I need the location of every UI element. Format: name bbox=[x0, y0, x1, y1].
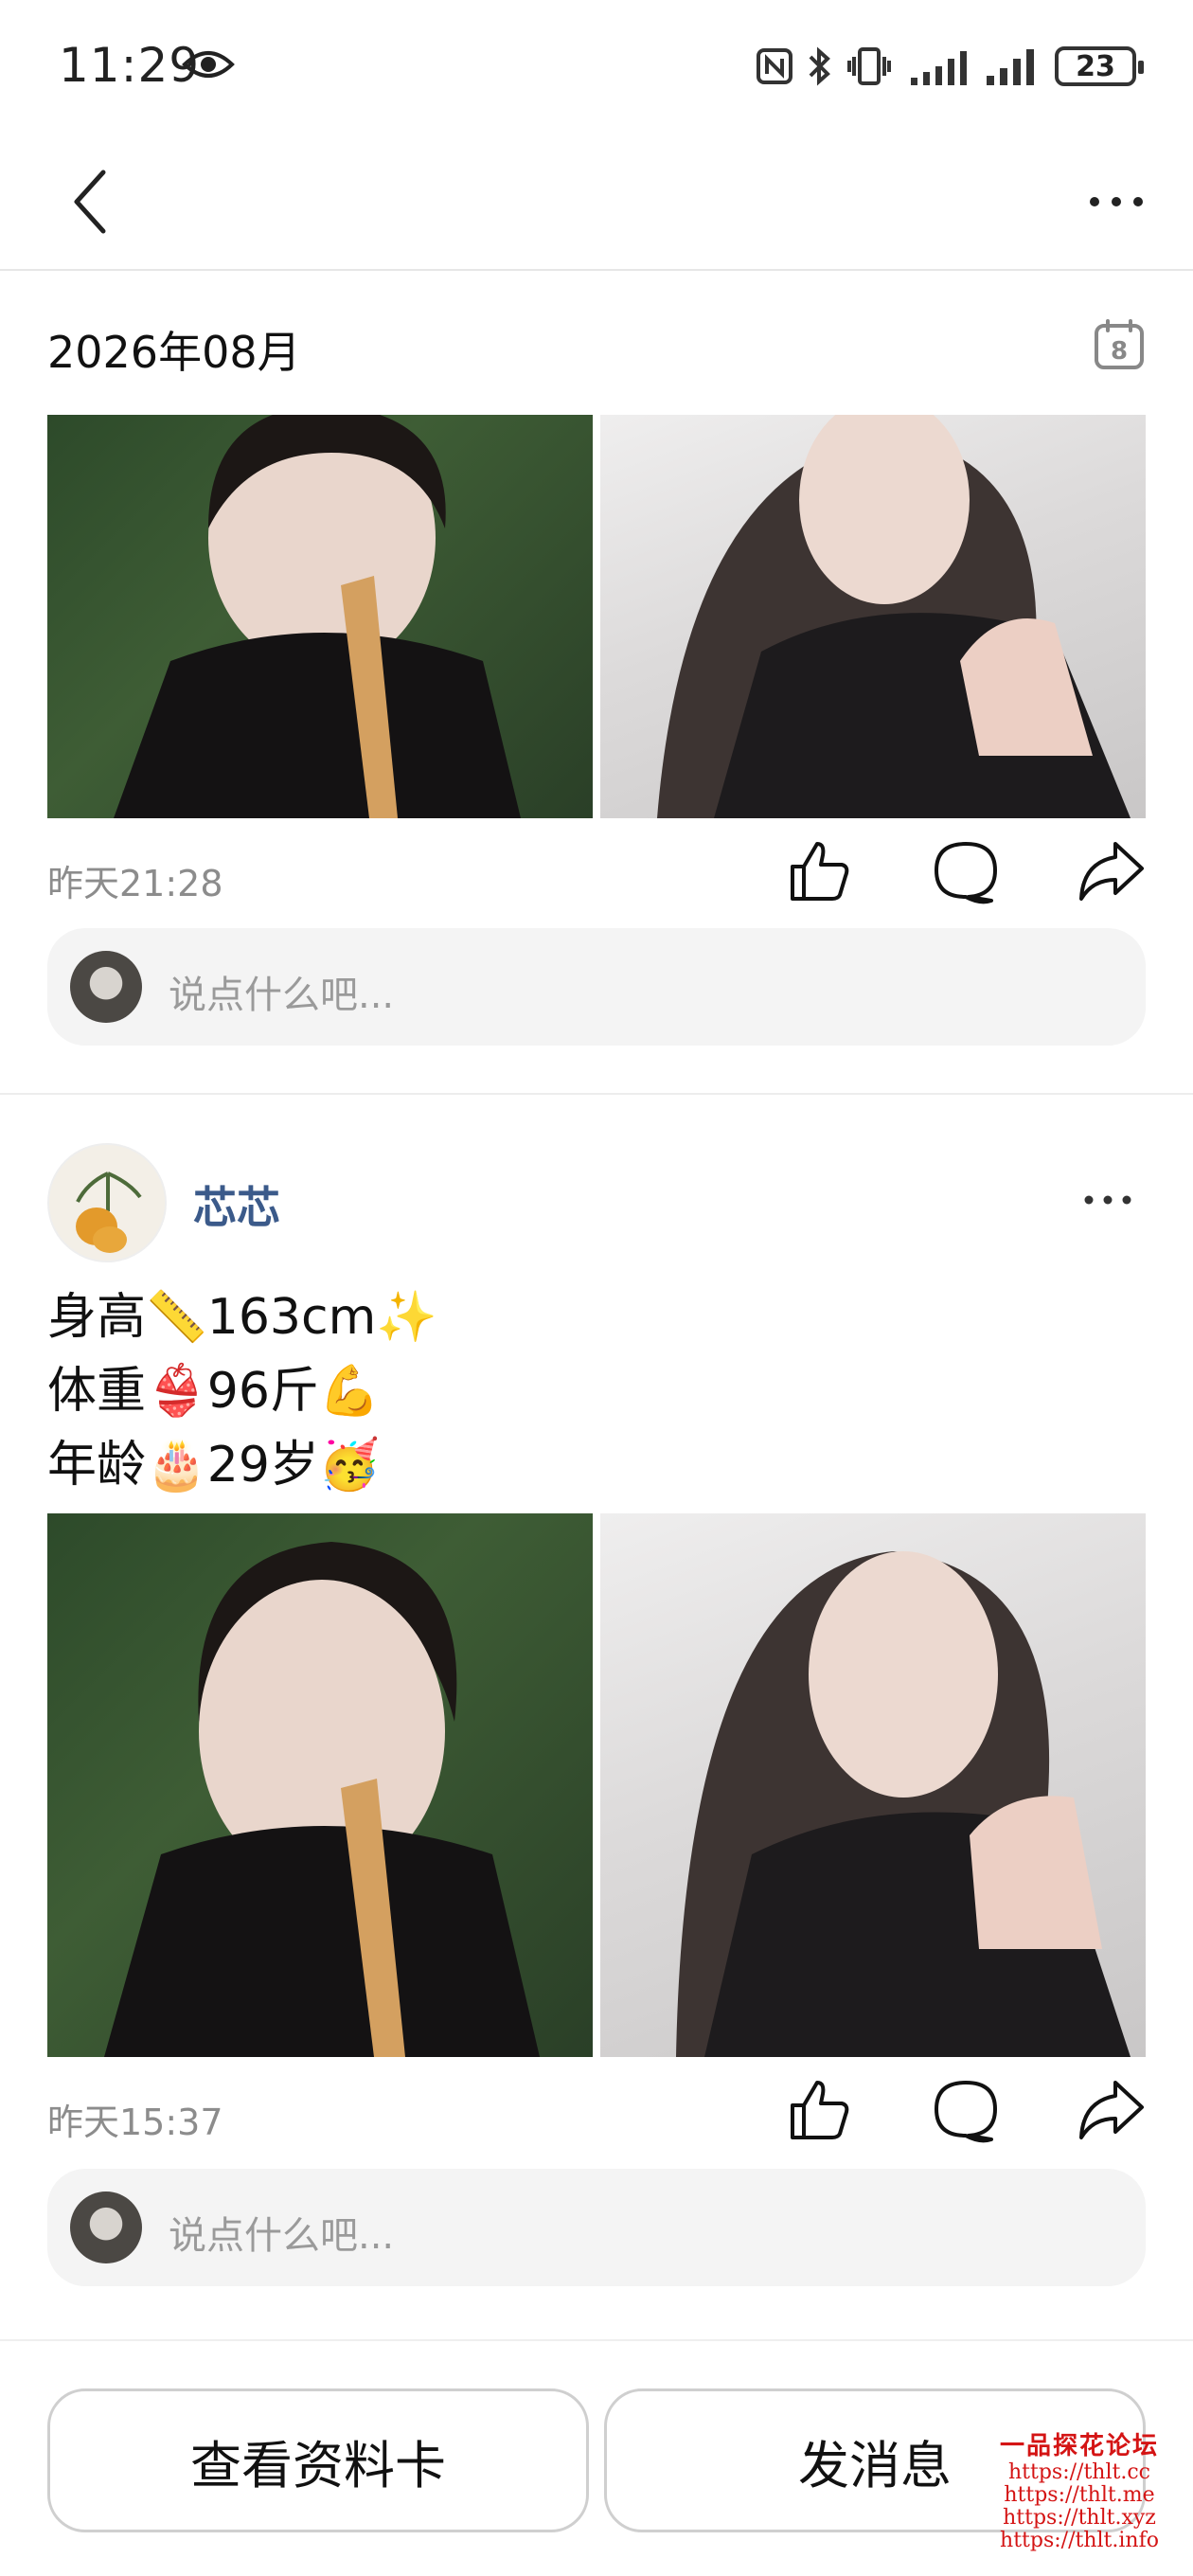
photo-woman-long-hair bbox=[676, 1551, 1131, 2057]
signal-2-icon bbox=[987, 49, 1034, 85]
photo[interactable] bbox=[600, 1513, 1146, 2057]
share-button[interactable] bbox=[1077, 2076, 1146, 2144]
comment-bubble-icon bbox=[935, 2081, 997, 2143]
battery-icon: 23 bbox=[1055, 46, 1144, 86]
divider bbox=[0, 1093, 1193, 1095]
comment-placeholder: 说点什么吧... bbox=[169, 2214, 395, 2258]
more-horizontal-icon bbox=[1084, 1195, 1131, 1205]
watermark-url: https://thlt.cc bbox=[1008, 2460, 1150, 2484]
post-actions bbox=[786, 2076, 1146, 2144]
back-button[interactable] bbox=[47, 159, 133, 244]
post-text-line: 年龄🎂29岁🥳 bbox=[47, 1437, 381, 1494]
comment-button[interactable] bbox=[932, 837, 1000, 905]
like-button[interactable] bbox=[786, 837, 854, 905]
post-text-line: 体重👙96斤💪 bbox=[47, 1363, 381, 1420]
post-time: 昨天15:37 bbox=[47, 2102, 223, 2143]
status-bar: 11:29 23 bbox=[0, 0, 1193, 133]
post-1-meta: 昨天21:28 bbox=[47, 837, 1146, 913]
post-1-photos bbox=[47, 415, 1146, 818]
month-header: 2026年08月 8 bbox=[47, 313, 1146, 379]
avatar-plant-pot-icon bbox=[49, 1145, 165, 1261]
system-icons: 23 bbox=[756, 42, 1144, 91]
battery-level: 23 bbox=[1076, 49, 1115, 83]
post-2-meta: 昨天15:37 bbox=[47, 2076, 1146, 2152]
calendar-icon[interactable]: 8 bbox=[1093, 318, 1146, 371]
post-2-photos bbox=[47, 1513, 1146, 2057]
photo-woman-black-top bbox=[114, 415, 521, 818]
top-nav-bar bbox=[0, 133, 1193, 271]
comment-button[interactable] bbox=[932, 2076, 1000, 2144]
photo[interactable] bbox=[47, 415, 593, 818]
share-arrow-icon bbox=[1079, 2081, 1144, 2139]
photo-woman-long-hair bbox=[657, 415, 1131, 818]
post-time: 昨天21:28 bbox=[47, 863, 223, 904]
comment-bubble-icon bbox=[935, 842, 997, 904]
chevron-left-icon bbox=[74, 170, 106, 234]
post-actions bbox=[786, 837, 1146, 905]
month-title: 2026年08月 bbox=[47, 327, 301, 378]
author-avatar[interactable] bbox=[47, 1143, 167, 1262]
author-name[interactable]: 芯芯 bbox=[193, 1173, 280, 1236]
more-options-button[interactable] bbox=[1074, 159, 1159, 244]
signal-1-icon bbox=[911, 51, 967, 85]
post-text-line: 身高📏163cm✨ bbox=[47, 1289, 437, 1346]
share-arrow-icon bbox=[1079, 842, 1144, 901]
watermark: 一品探花论坛 https://thlt.cc https://thlt.me h… bbox=[975, 2426, 1184, 2552]
post-2-text: 身高📏163cm✨ 体重👙96斤💪 年龄🎂29岁🥳 bbox=[47, 1280, 1146, 1502]
post-2-author: 芯芯 bbox=[47, 1143, 1146, 1266]
avatar bbox=[70, 951, 142, 1023]
avatar bbox=[70, 2191, 142, 2263]
watermark-url: https://thlt.info bbox=[1000, 2529, 1159, 2552]
comment-input[interactable]: 说点什么吧... bbox=[47, 2169, 1146, 2286]
photo[interactable] bbox=[47, 1513, 593, 2057]
watermark-url: https://thlt.xyz bbox=[1003, 2506, 1156, 2530]
like-button[interactable] bbox=[786, 2076, 854, 2144]
photo-woman-black-top bbox=[104, 1542, 540, 2057]
eye-icon bbox=[182, 51, 235, 78]
bluetooth-icon bbox=[809, 46, 830, 86]
photo[interactable] bbox=[600, 415, 1146, 818]
status-time: 11:29 bbox=[59, 38, 201, 93]
share-button[interactable] bbox=[1077, 837, 1146, 905]
more-horizontal-icon bbox=[1090, 197, 1143, 206]
nfc-icon bbox=[757, 48, 792, 84]
thumbs-up-icon bbox=[791, 2081, 849, 2139]
comment-input[interactable]: 说点什么吧... bbox=[47, 928, 1146, 1046]
calendar-day: 8 bbox=[1111, 337, 1128, 366]
view-profile-card-button[interactable]: 查看资料卡 bbox=[47, 2388, 589, 2532]
thumbs-up-icon bbox=[791, 842, 849, 901]
watermark-title: 一品探花论坛 bbox=[999, 2432, 1159, 2460]
watermark-url: https://thlt.me bbox=[1004, 2483, 1155, 2507]
vibrate-icon bbox=[847, 47, 891, 85]
post-more-button[interactable] bbox=[1070, 1162, 1146, 1238]
comment-placeholder: 说点什么吧... bbox=[169, 974, 395, 1017]
